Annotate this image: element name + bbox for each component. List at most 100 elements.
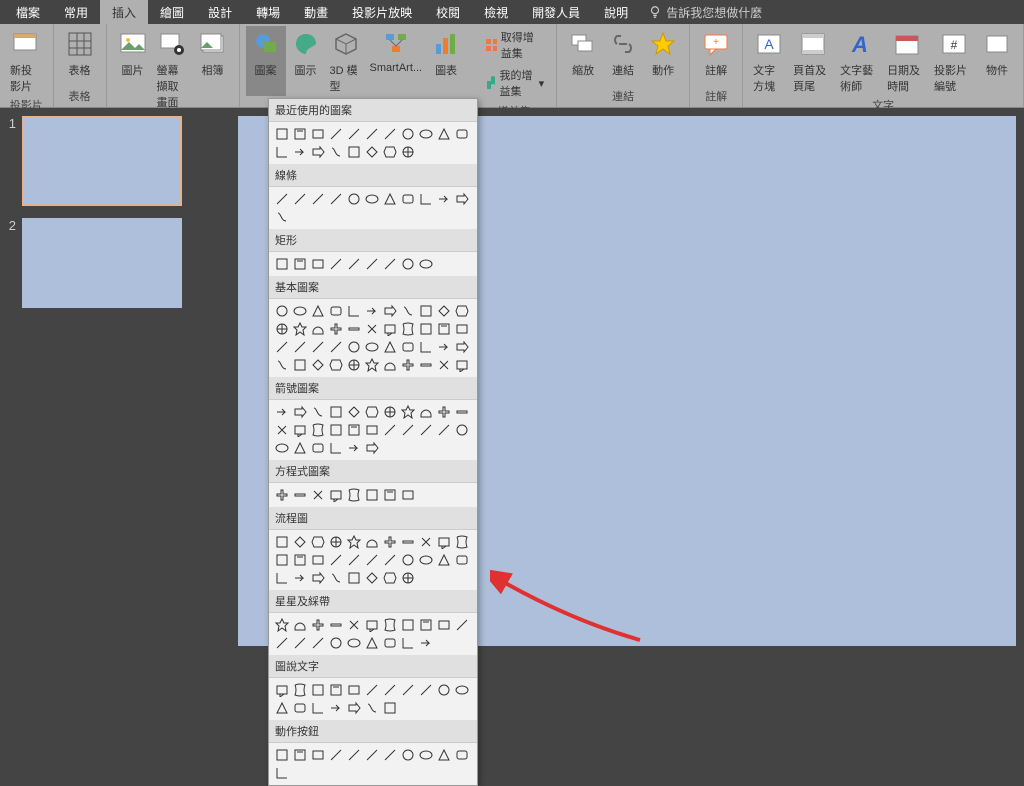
shape-item[interactable]	[382, 700, 398, 716]
shape-item[interactable]	[346, 700, 362, 716]
shape-item[interactable]	[418, 339, 434, 355]
datetime-button[interactable]: 日期及時間	[883, 26, 930, 96]
wordart-button[interactable]: A 文字藝術師	[836, 26, 883, 96]
shape-item[interactable]	[400, 303, 416, 319]
shape-item[interactable]	[274, 570, 290, 586]
shape-item[interactable]	[454, 126, 470, 142]
shape-item[interactable]	[418, 191, 434, 207]
shape-item[interactable]	[346, 404, 362, 420]
shape-item[interactable]	[436, 321, 452, 337]
shape-item[interactable]	[274, 209, 290, 225]
shape-item[interactable]	[274, 700, 290, 716]
tab-developer[interactable]: 開發人員	[520, 0, 592, 25]
shape-item[interactable]	[274, 422, 290, 438]
shape-item[interactable]	[436, 422, 452, 438]
shape-item[interactable]	[364, 126, 380, 142]
shape-item[interactable]	[346, 191, 362, 207]
shape-item[interactable]	[400, 635, 416, 651]
textbox-button[interactable]: A 文字方塊	[749, 26, 789, 96]
shape-item[interactable]	[328, 422, 344, 438]
shape-item[interactable]	[292, 617, 308, 633]
shape-item[interactable]	[310, 357, 326, 373]
tab-help[interactable]: 說明	[592, 0, 640, 25]
shape-item[interactable]	[310, 191, 326, 207]
shape-item[interactable]	[274, 552, 290, 568]
shape-item[interactable]	[418, 747, 434, 763]
chart-button[interactable]: 圖表	[426, 26, 466, 96]
shape-item[interactable]	[310, 635, 326, 651]
shape-item[interactable]	[400, 422, 416, 438]
shape-item[interactable]	[400, 126, 416, 142]
shapes-button[interactable]: 圖案	[246, 26, 286, 96]
shape-item[interactable]	[364, 144, 380, 160]
shape-item[interactable]	[382, 617, 398, 633]
shape-item[interactable]	[346, 357, 362, 373]
shape-item[interactable]	[346, 617, 362, 633]
shape-item[interactable]	[346, 339, 362, 355]
shape-item[interactable]	[328, 303, 344, 319]
shape-item[interactable]	[346, 487, 362, 503]
shape-item[interactable]	[400, 534, 416, 550]
shape-item[interactable]	[400, 617, 416, 633]
shape-item[interactable]	[292, 570, 308, 586]
shape-item[interactable]	[436, 534, 452, 550]
shape-item[interactable]	[364, 303, 380, 319]
shape-item[interactable]	[274, 126, 290, 142]
shape-item[interactable]	[418, 357, 434, 373]
shape-item[interactable]	[346, 256, 362, 272]
shape-item[interactable]	[364, 422, 380, 438]
shape-item[interactable]	[400, 570, 416, 586]
shape-item[interactable]	[400, 144, 416, 160]
shape-item[interactable]	[454, 191, 470, 207]
shape-item[interactable]	[310, 321, 326, 337]
header-footer-button[interactable]: 頁首及頁尾	[789, 26, 836, 96]
shape-item[interactable]	[346, 144, 362, 160]
shape-item[interactable]	[436, 357, 452, 373]
shape-item[interactable]	[364, 635, 380, 651]
shape-item[interactable]	[364, 570, 380, 586]
shape-item[interactable]	[382, 191, 398, 207]
shape-item[interactable]	[328, 404, 344, 420]
shape-item[interactable]	[382, 552, 398, 568]
shape-item[interactable]	[418, 552, 434, 568]
shape-item[interactable]	[346, 440, 362, 456]
shape-item[interactable]	[292, 534, 308, 550]
shape-item[interactable]	[346, 303, 362, 319]
tab-home[interactable]: 常用	[52, 0, 100, 25]
shape-item[interactable]	[436, 404, 452, 420]
shape-item[interactable]	[454, 682, 470, 698]
shape-item[interactable]	[364, 747, 380, 763]
tab-animations[interactable]: 動畫	[292, 0, 340, 25]
shape-item[interactable]	[292, 700, 308, 716]
shape-item[interactable]	[274, 534, 290, 550]
shape-item[interactable]	[364, 256, 380, 272]
shape-item[interactable]	[436, 617, 452, 633]
action-button[interactable]: 動作	[643, 26, 683, 80]
shape-item[interactable]	[364, 700, 380, 716]
table-button[interactable]: 表格	[60, 26, 100, 80]
shape-item[interactable]	[328, 635, 344, 651]
shape-item[interactable]	[328, 321, 344, 337]
shape-item[interactable]	[364, 339, 380, 355]
shape-item[interactable]	[292, 357, 308, 373]
shape-item[interactable]	[328, 552, 344, 568]
shape-item[interactable]	[310, 303, 326, 319]
smartart-button[interactable]: SmartArt...	[366, 26, 427, 96]
shape-item[interactable]	[328, 256, 344, 272]
shape-item[interactable]	[274, 321, 290, 337]
shape-item[interactable]	[382, 747, 398, 763]
shape-item[interactable]	[454, 303, 470, 319]
shape-item[interactable]	[418, 422, 434, 438]
shape-item[interactable]	[364, 440, 380, 456]
shape-item[interactable]	[328, 339, 344, 355]
tab-view[interactable]: 檢視	[472, 0, 520, 25]
shape-item[interactable]	[382, 534, 398, 550]
shape-item[interactable]	[346, 552, 362, 568]
shape-item[interactable]	[328, 570, 344, 586]
shape-item[interactable]	[274, 617, 290, 633]
shape-item[interactable]	[382, 635, 398, 651]
shape-item[interactable]	[328, 747, 344, 763]
thumbnail-1[interactable]: 1	[0, 116, 200, 206]
shape-item[interactable]	[454, 404, 470, 420]
tab-insert[interactable]: 插入	[100, 0, 148, 25]
